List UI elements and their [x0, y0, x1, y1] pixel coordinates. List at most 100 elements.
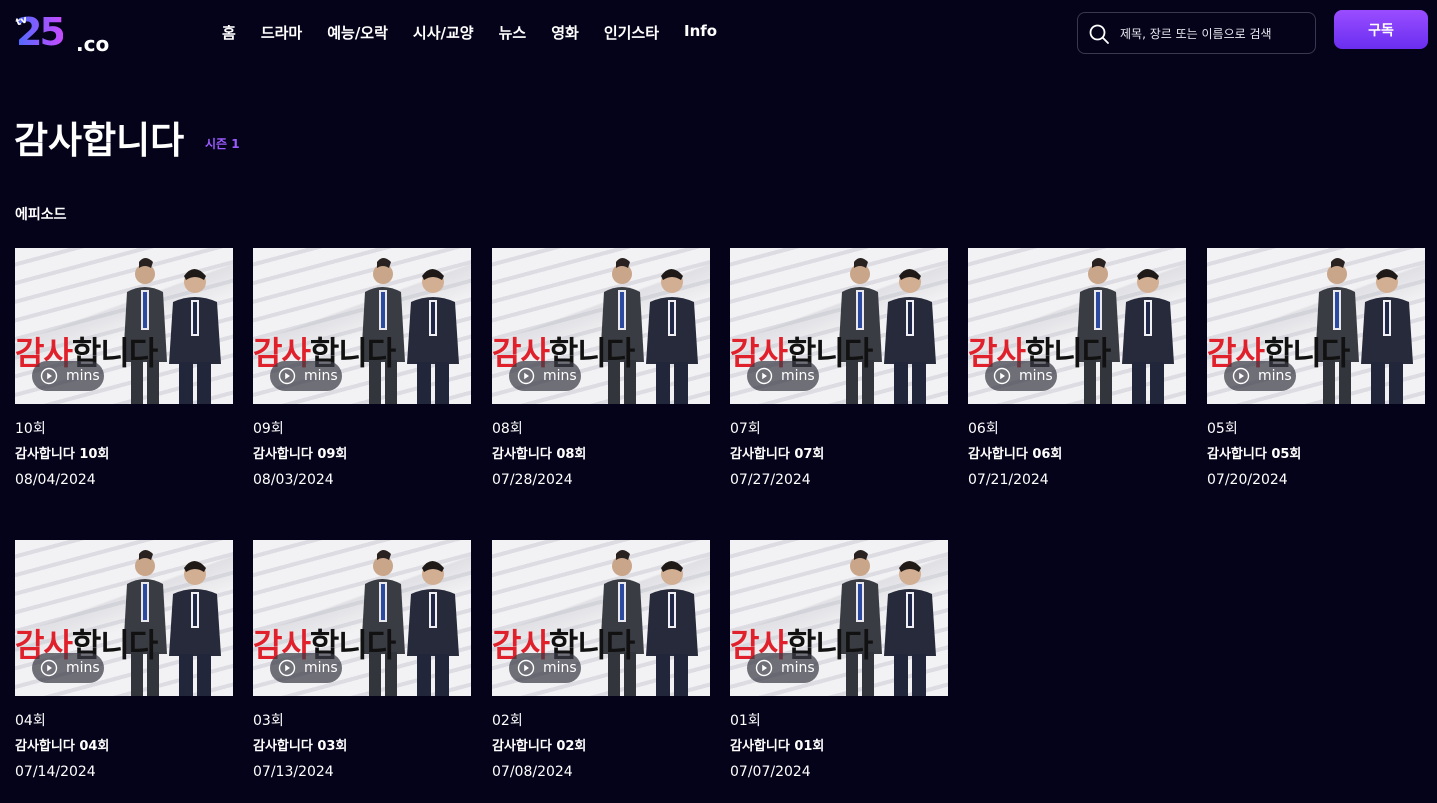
episode-number: 04회 — [15, 713, 46, 729]
episode-title[interactable]: 감사합니다 07회 — [730, 443, 824, 462]
duration-badge: mins — [509, 361, 581, 391]
episode-title[interactable]: 감사합니다 08회 — [492, 443, 586, 462]
duration-badge: mins — [32, 653, 104, 683]
episode-thumbnail[interactable]: 감사합니다 mins — [730, 248, 948, 404]
episode-card[interactable]: 감사합니다 mins 02회 감사합니다 02회 07/08/2024 — [492, 540, 710, 790]
episode-thumbnail[interactable]: 감사합니다 mins — [253, 248, 471, 404]
episode-number: 02회 — [492, 713, 523, 729]
episode-card[interactable]: 감사합니다 mins 04회 감사합니다 04회 07/14/2024 — [15, 540, 233, 790]
episode-title[interactable]: 감사합니다 01회 — [730, 735, 824, 754]
episode-title[interactable]: 감사합니다 03회 — [253, 735, 347, 754]
thumbnail-actor-figure — [169, 561, 221, 696]
nav-item-current-affairs[interactable]: 시사/교양 — [413, 22, 474, 43]
episode-title[interactable]: 감사합니다 06회 — [968, 443, 1062, 462]
episode-number: 05회 — [1207, 421, 1238, 437]
duration-label: mins — [66, 660, 100, 676]
duration-badge: mins — [270, 361, 342, 391]
episode-title[interactable]: 감사합니다 10회 — [15, 443, 109, 462]
duration-badge: mins — [1224, 361, 1296, 391]
nav-item-variety[interactable]: 예능/오락 — [327, 22, 388, 43]
duration-label: mins — [781, 368, 815, 384]
episode-thumbnail[interactable]: 감사합니다 mins — [730, 540, 948, 696]
episode-number: 09회 — [253, 421, 284, 437]
season-selector[interactable]: 시즌 1 — [205, 135, 240, 152]
episode-thumbnail[interactable]: 감사합니다 mins — [1207, 248, 1425, 404]
play-icon — [755, 367, 773, 385]
site-logo[interactable]: 25 tv .co — [14, 10, 114, 56]
episode-number: 03회 — [253, 713, 284, 729]
episode-card[interactable]: 감사합니다 mins 08회 감사합니다 08회 07/28/2024 — [492, 248, 710, 498]
search-box[interactable] — [1077, 12, 1316, 54]
nav-item-news[interactable]: 뉴스 — [499, 22, 527, 43]
episode-card[interactable]: 감사합니다 mins 07회 감사합니다 07회 07/27/2024 — [730, 248, 948, 498]
episode-title[interactable]: 감사합니다 04회 — [15, 735, 109, 754]
search-icon[interactable] — [1088, 23, 1110, 45]
episode-card[interactable]: 감사합니다 mins 03회 감사합니다 03회 07/13/2024 — [253, 540, 471, 790]
duration-label: mins — [543, 660, 577, 676]
thumbnail-actor-figure — [1122, 269, 1174, 404]
episode-number: 08회 — [492, 421, 523, 437]
episode-date: 07/14/2024 — [15, 764, 96, 780]
episode-number: 06회 — [968, 421, 999, 437]
duration-label: mins — [1019, 368, 1053, 384]
play-icon — [517, 659, 535, 677]
thumbnail-actor-figure — [646, 269, 698, 404]
play-icon — [40, 367, 58, 385]
episode-card[interactable]: 감사합니다 mins 10회 감사합니다 10회 08/04/2024 — [15, 248, 233, 498]
play-icon — [1232, 367, 1250, 385]
thumbnail-actor-figure — [884, 269, 936, 404]
episode-thumbnail[interactable]: 감사합니다 mins — [492, 540, 710, 696]
duration-badge: mins — [270, 653, 342, 683]
episodes-section-label: 에피소드 — [15, 207, 67, 223]
episode-date: 07/07/2024 — [730, 764, 811, 780]
episode-card[interactable]: 감사합니다 mins 01회 감사합니다 01회 07/07/2024 — [730, 540, 948, 790]
episode-date: 07/27/2024 — [730, 472, 811, 488]
episode-number: 01회 — [730, 713, 761, 729]
episode-card[interactable]: 감사합니다 mins 06회 감사합니다 06회 07/21/2024 — [968, 248, 1186, 498]
episode-title[interactable]: 감사합니다 05회 — [1207, 443, 1301, 462]
duration-badge: mins — [747, 653, 819, 683]
episode-thumbnail[interactable]: 감사합니다 mins — [968, 248, 1186, 404]
thumbnail-actor-figure — [646, 561, 698, 696]
duration-label: mins — [781, 660, 815, 676]
episode-thumbnail[interactable]: 감사합니다 mins — [253, 540, 471, 696]
nav-item-home[interactable]: 홈 — [222, 22, 236, 43]
duration-badge: mins — [509, 653, 581, 683]
nav-item-stars[interactable]: 인기스타 — [604, 22, 659, 43]
episode-card[interactable]: 감사합니다 mins 05회 감사합니다 05회 07/20/2024 — [1207, 248, 1425, 498]
play-icon — [755, 659, 773, 677]
episode-date: 07/13/2024 — [253, 764, 334, 780]
page-title: 감사합니다 — [14, 119, 185, 162]
episode-date: 07/20/2024 — [1207, 472, 1288, 488]
thumbnail-actor-figure — [884, 561, 936, 696]
thumbnail-actor-figure — [407, 561, 459, 696]
episode-title[interactable]: 감사합니다 02회 — [492, 735, 586, 754]
logo-suffix: .co — [76, 32, 110, 56]
episode-date: 07/08/2024 — [492, 764, 573, 780]
play-icon — [278, 367, 296, 385]
search-input[interactable] — [1118, 21, 1312, 47]
duration-label: mins — [543, 368, 577, 384]
episode-date: 07/28/2024 — [492, 472, 573, 488]
episode-card[interactable]: 감사합니다 mins 09회 감사합니다 09회 08/03/2024 — [253, 248, 471, 498]
episode-thumbnail[interactable]: 감사합니다 mins — [492, 248, 710, 404]
episode-title[interactable]: 감사합니다 09회 — [253, 443, 347, 462]
top-header: 25 tv .co 홈 드라마 예능/오락 시사/교양 뉴스 영화 인기스타 I… — [0, 0, 1437, 66]
main-nav: 홈 드라마 예능/오락 시사/교양 뉴스 영화 인기스타 Info — [222, 22, 717, 43]
play-icon — [278, 659, 296, 677]
thumbnail-actor-figure — [169, 269, 221, 404]
play-icon — [517, 367, 535, 385]
episode-thumbnail[interactable]: 감사합니다 mins — [15, 248, 233, 404]
episode-number: 10회 — [15, 421, 46, 437]
play-icon — [40, 659, 58, 677]
nav-item-movies[interactable]: 영화 — [551, 22, 579, 43]
duration-label: mins — [304, 660, 338, 676]
episode-thumbnail[interactable]: 감사합니다 mins — [15, 540, 233, 696]
duration-label: mins — [304, 368, 338, 384]
nav-item-info[interactable]: Info — [684, 22, 717, 43]
nav-item-drama[interactable]: 드라마 — [261, 22, 302, 43]
duration-badge: mins — [32, 361, 104, 391]
duration-label: mins — [66, 368, 100, 384]
subscribe-button[interactable]: 구독 — [1334, 10, 1428, 49]
thumbnail-actor-figure — [407, 269, 459, 404]
